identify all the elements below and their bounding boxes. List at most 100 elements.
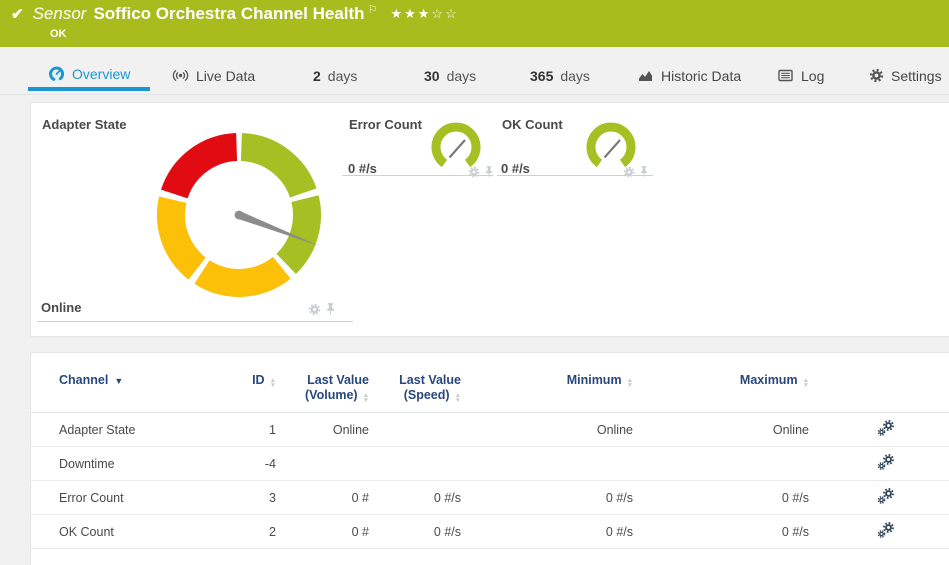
col-header-last-value-volume[interactable]: Last Value (Volume) ▲ ▼ [276,373,369,413]
gauge-settings-gear-icon[interactable] [308,303,321,316]
gauge-icon [49,66,65,81]
cell-minimum [461,446,633,481]
status-check-icon: ✔ [11,6,24,23]
cell-id: -4 [231,446,276,481]
area-chart-icon [639,71,652,81]
tab-number: 2 [313,67,321,84]
widget-divider [37,321,353,322]
cell-minimum: Online [461,412,633,447]
channels-table-panel: Channel ▼ ID ▲ ▼ Last Value (Volume) ▲ ▼ Last… [30,352,949,565]
tab-365-days[interactable]: 365 days [510,60,610,91]
gauge-settings-gear-icon[interactable] [623,166,635,178]
cell-channel: Downtime [31,446,231,481]
cell-last-volume: 0 # [276,480,369,515]
col-header-channel[interactable]: Channel ▼ [31,373,231,413]
sort-icon: ▲ ▼ [802,377,809,389]
gauge-title-adapter-state: Adapter State [42,117,127,132]
cell-id: 1 [231,412,276,447]
col-label: Channel [59,373,109,387]
flag-icon[interactable]: ⚐ [368,3,378,16]
channel-settings-button[interactable] [877,419,895,437]
priority-stars[interactable]: ★★★☆☆ [390,6,458,22]
col-header-actions [809,373,949,413]
channel-gears-icon [877,522,894,538]
cell-last-speed [369,446,461,481]
channel-settings-button[interactable] [877,453,895,471]
widget-divider [342,175,493,176]
channel-gears-icon [877,420,894,436]
tab-number: 30 [424,67,440,84]
gauge-value-error-count: 0 #/s [348,161,377,176]
overview-panel: Adapter State Online Error Count 0 #/s O… [30,102,949,337]
channels-table: Channel ▼ ID ▲ ▼ Last Value (Volume) ▲ ▼ Last… [31,373,949,549]
table-row[interactable]: Error Count 3 0 # 0 #/s 0 #/s 0 #/s [31,480,949,515]
cell-last-speed: 0 #/s [369,480,461,515]
table-row[interactable]: OK Count 2 0 # 0 #/s 0 #/s 0 #/s [31,514,949,549]
cell-channel: Error Count [31,480,231,515]
col-label: ID [252,373,265,387]
col-header-maximum[interactable]: Maximum ▲ ▼ [633,373,809,413]
tab-label: Log [801,67,825,84]
tab-settings[interactable]: Settings [849,60,949,91]
cell-maximum: 0 #/s [633,480,809,515]
cell-minimum: 0 #/s [461,514,633,549]
cell-last-speed: 0 #/s [369,514,461,549]
gauge-needle [448,139,466,159]
tab-historic-data[interactable]: Historic Data [617,60,761,91]
sort-icon: ▲ ▼ [269,377,276,389]
cell-maximum: 0 #/s [633,514,809,549]
tab-label: days [446,67,477,84]
tab-label: Overview [72,65,131,82]
tab-2-days[interactable]: 2 days [293,60,377,91]
gauge-title-error-count: Error Count [349,117,422,132]
tab-number: 365 [530,67,554,84]
tab-log[interactable]: Log [757,60,844,91]
table-row[interactable]: Adapter State 1 Online Online Online [31,412,949,447]
cell-maximum: Online [633,412,809,447]
tab-label: Settings [891,67,942,84]
tab-30-days[interactable]: 30 days [404,60,496,91]
tab-label: days [327,67,358,84]
tab-live-data[interactable]: Live Data [152,60,275,91]
gauge-pin-icon[interactable] [325,302,336,317]
sort-icon: ▲ ▼ [454,392,461,404]
gauge-needle [603,139,621,159]
cell-last-volume: Online [276,412,369,447]
cell-last-volume: 0 # [276,514,369,549]
log-icon [778,69,793,82]
adapter-state-gauge[interactable] [139,115,339,315]
gauge-pin-icon[interactable] [639,165,649,179]
tab-bar: Overview Live Data 2 days 30 days 365 da… [0,47,949,95]
widget-divider [497,175,653,176]
sort-icon: ▲ ▼ [362,392,369,404]
sensor-title: Soffico Orchestra Channel Health [93,4,365,23]
gauge-pin-icon[interactable] [484,165,494,179]
gauge-value-adapter-state: Online [41,300,82,315]
broadcast-icon [172,70,189,81]
sort-icon: ▲ ▼ [626,377,633,389]
cell-last-volume [276,446,369,481]
sensor-status-text: OK [50,28,67,40]
sort-desc-icon: ▼ [114,376,124,386]
channel-settings-button[interactable] [877,487,895,505]
gear-icon [869,68,884,83]
tab-overview[interactable]: Overview [28,60,151,91]
tab-label: Live Data [196,67,256,84]
cell-channel: OK Count [31,514,231,549]
channel-settings-button[interactable] [877,521,895,539]
table-header-row: Channel ▼ ID ▲ ▼ Last Value (Volume) ▲ ▼ Last… [31,373,949,413]
channel-gears-icon [877,454,894,470]
col-header-last-value-speed[interactable]: Last Value (Speed) ▲ ▼ [369,373,461,413]
gauge-settings-gear-icon[interactable] [468,166,480,178]
table-row[interactable]: Downtime -4 [31,446,949,481]
gauge-title-ok-count: OK Count [502,117,563,132]
cell-id: 3 [231,480,276,515]
object-kind-label: Sensor [32,4,87,23]
cell-id: 2 [231,514,276,549]
cell-minimum: 0 #/s [461,480,633,515]
cell-channel: Adapter State [31,412,231,447]
col-header-minimum[interactable]: Minimum ▲ ▼ [461,373,633,413]
tab-label: Historic Data [661,67,742,84]
col-header-id[interactable]: ID ▲ ▼ [231,373,276,413]
channel-gears-icon [877,488,894,504]
